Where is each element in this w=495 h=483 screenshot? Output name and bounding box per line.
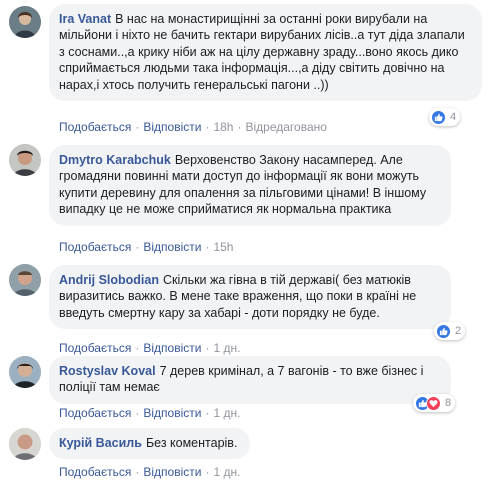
thumbs-up-icon <box>431 109 446 125</box>
separator: · <box>237 120 242 134</box>
separator: · <box>205 341 210 355</box>
comment-bubble: Ira Vanat В нас на монастирищінні за оста… <box>49 4 482 102</box>
edited-label: Відредаговано <box>245 120 327 134</box>
avatar[interactable] <box>9 428 41 460</box>
separator: · <box>135 465 140 479</box>
separator: · <box>205 406 210 420</box>
avatar[interactable] <box>9 356 41 388</box>
comment-bubble: Andrij Slobodian Скільки жа гівна в тій д… <box>49 265 451 330</box>
reply-link[interactable]: Відповісти <box>143 341 201 355</box>
reply-link[interactable]: Відповісти <box>143 120 201 134</box>
comment-bubble: Dmytro Karabchuk Верховенство Закону наса… <box>49 145 451 226</box>
avatar[interactable] <box>9 144 41 176</box>
comment-time[interactable]: 18h <box>213 120 233 134</box>
reaction-summary[interactable]: 2 <box>434 322 466 340</box>
reaction-summary[interactable]: 4 <box>429 108 461 126</box>
comment-actions: Подобається · Відповісти · 1 дн. <box>59 406 240 420</box>
separator: · <box>135 120 140 134</box>
comment-text: В нас на монастирищінні за останні роки … <box>59 12 465 92</box>
comment-bubble: Курій Василь Без коментарів. <box>49 428 250 460</box>
thumbs-up-icon <box>436 323 451 339</box>
comment-actions: Подобається · Відповісти · 1 дн. <box>59 341 240 355</box>
comment-actions: Подобається · Відповісти · 18h · Відредаговано <box>59 120 327 134</box>
like-link[interactable]: Подобається <box>59 406 131 420</box>
avatar[interactable] <box>9 6 41 38</box>
comment-author[interactable]: Курій Василь <box>59 436 142 450</box>
avatar[interactable] <box>9 264 41 296</box>
separator: · <box>135 341 140 355</box>
separator: · <box>205 465 210 479</box>
comment-actions: Подобається · Відповісти · 1 дн. <box>59 465 240 479</box>
comment-time[interactable]: 1 дн. <box>213 465 240 479</box>
like-link[interactable]: Подобається <box>59 341 131 355</box>
reply-link[interactable]: Відповісти <box>143 240 201 254</box>
reply-link[interactable]: Відповісти <box>143 465 201 479</box>
comment-author[interactable]: Ira Vanat <box>59 12 111 26</box>
reply-link[interactable]: Відповісти <box>143 406 201 420</box>
comment-author[interactable]: Rostyslav Koval <box>59 364 156 378</box>
comment-actions: Подобається · Відповісти · 15h <box>59 240 233 254</box>
comment-bubble: Rostyslav Koval 7 дерев кримінал, а 7 ваг… <box>49 356 451 404</box>
comment-time[interactable]: 1 дн. <box>213 341 240 355</box>
reaction-count: 2 <box>455 325 462 337</box>
like-link[interactable]: Подобається <box>59 120 131 134</box>
separator: · <box>135 240 140 254</box>
like-link[interactable]: Подобається <box>59 240 131 254</box>
comment-time[interactable]: 1 дн. <box>213 406 240 420</box>
reaction-count: 8 <box>445 397 452 409</box>
comment-time[interactable]: 15h <box>213 240 233 254</box>
reaction-summary[interactable]: 8 <box>413 394 456 412</box>
heart-icon <box>426 395 441 411</box>
comment-author[interactable]: Dmytro Karabchuk <box>59 153 171 167</box>
reaction-count: 4 <box>450 111 457 123</box>
separator: · <box>135 406 140 420</box>
comment-author[interactable]: Andrij Slobodian <box>59 273 159 287</box>
like-link[interactable]: Подобається <box>59 465 131 479</box>
separator: · <box>205 120 210 134</box>
separator: · <box>205 240 210 254</box>
comment-text: Без коментарів. <box>145 436 238 450</box>
